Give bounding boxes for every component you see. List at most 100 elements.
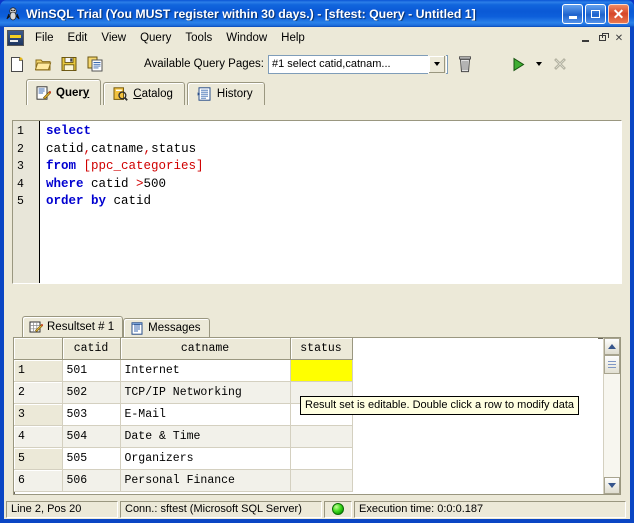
execute-options-dropdown[interactable] bbox=[533, 53, 546, 76]
scrollbar-track[interactable] bbox=[604, 374, 620, 477]
mdi-minimize-icon bbox=[581, 40, 589, 42]
grid-corner-header[interactable] bbox=[14, 338, 63, 360]
cell-status[interactable] bbox=[290, 425, 353, 448]
sql-token: [ppc_categories] bbox=[83, 159, 204, 173]
maximize-icon bbox=[591, 9, 600, 18]
minimize-button[interactable] bbox=[562, 3, 583, 24]
cell-catid[interactable]: 501 bbox=[62, 359, 121, 382]
stop-query-button[interactable] bbox=[548, 53, 572, 76]
row-header[interactable]: 6 bbox=[14, 469, 63, 492]
menu-item-window[interactable]: Window bbox=[219, 30, 274, 46]
cell-catname[interactable]: Date & Time bbox=[120, 425, 291, 448]
scroll-down-button[interactable] bbox=[604, 477, 620, 494]
table-row[interactable]: 1 501 Internet bbox=[14, 359, 598, 382]
status-connection: Conn.: sftest (Microsoft SQL Server) bbox=[120, 500, 322, 518]
menu-item-edit[interactable]: Edit bbox=[61, 30, 95, 46]
sql-code-text[interactable]: select catid,catname,status from [ppc_ca… bbox=[40, 121, 621, 283]
sql-token: select bbox=[46, 124, 92, 138]
new-document-icon bbox=[10, 56, 23, 72]
trash-can-icon bbox=[459, 55, 471, 72]
delete-query-page-button[interactable] bbox=[453, 53, 477, 76]
close-icon: ✕ bbox=[612, 5, 625, 22]
column-header-catid[interactable]: catid bbox=[62, 338, 121, 360]
row-header[interactable]: 5 bbox=[14, 447, 63, 470]
query-pages-combo[interactable]: #1 select catid,catnam... bbox=[267, 54, 448, 74]
tab-history[interactable]: History bbox=[186, 82, 265, 105]
chevron-down-icon bbox=[608, 483, 616, 488]
minimize-icon bbox=[568, 15, 577, 19]
mdi-window-controls: ✕ bbox=[577, 31, 630, 45]
scroll-up-button[interactable] bbox=[604, 338, 620, 355]
cell-catname[interactable]: Internet bbox=[120, 359, 291, 382]
menu-item-file[interactable]: File bbox=[28, 30, 61, 46]
cell-catid[interactable]: 505 bbox=[62, 447, 121, 470]
line-number: 4 bbox=[17, 177, 24, 191]
menu-bar: File Edit View Query Tools Window Help ✕ bbox=[4, 27, 630, 49]
tab-resultset-1-label: Resultset # 1 bbox=[47, 321, 115, 333]
grid-tooltip: Result set is editable. Double click a r… bbox=[300, 396, 580, 415]
table-row[interactable]: 4 504 Date & Time bbox=[14, 425, 598, 448]
copy-pages-icon bbox=[87, 56, 103, 72]
status-execution-time: Execution time: 0:0:0.187 bbox=[354, 500, 626, 518]
winsql-app-icon bbox=[5, 6, 21, 22]
cell-catname[interactable]: Personal Finance bbox=[120, 469, 291, 492]
mdi-restore-button[interactable] bbox=[594, 31, 610, 45]
sql-token: , bbox=[83, 141, 92, 156]
sql-editor[interactable]: 1 2 3 4 5 select catid,catname,status fr… bbox=[12, 120, 622, 284]
row-header[interactable]: 1 bbox=[14, 359, 63, 382]
row-header[interactable]: 3 bbox=[14, 403, 63, 426]
menu-item-query[interactable]: Query bbox=[133, 30, 178, 46]
table-row[interactable]: 5 505 Organizers bbox=[14, 447, 598, 470]
query-pencil-icon bbox=[36, 85, 52, 100]
cell-status[interactable] bbox=[290, 469, 353, 492]
cell-status[interactable] bbox=[290, 447, 353, 470]
new-query-button[interactable] bbox=[5, 53, 29, 76]
maximize-button[interactable] bbox=[585, 3, 606, 24]
grid-vertical-scrollbar[interactable] bbox=[603, 338, 620, 494]
sql-token: catname bbox=[91, 141, 144, 156]
row-header[interactable]: 2 bbox=[14, 381, 63, 404]
tab-resultset-1[interactable]: Resultset # 1 bbox=[22, 316, 124, 337]
green-play-icon bbox=[513, 57, 525, 71]
open-button[interactable] bbox=[31, 53, 55, 76]
tab-query[interactable]: Query bbox=[26, 79, 102, 105]
window-controls: ✕ bbox=[562, 3, 631, 24]
menu-item-tools[interactable]: Tools bbox=[178, 30, 219, 46]
close-button[interactable]: ✕ bbox=[608, 3, 629, 24]
cell-catid[interactable]: 506 bbox=[62, 469, 121, 492]
sql-token: status bbox=[151, 141, 197, 156]
scrollbar-thumb[interactable] bbox=[604, 355, 620, 374]
query-pages-dropdown-button[interactable] bbox=[427, 54, 446, 74]
mdi-document-icon[interactable] bbox=[7, 30, 24, 46]
cell-catname[interactable]: Organizers bbox=[120, 447, 291, 470]
cell-catid[interactable]: 503 bbox=[62, 403, 121, 426]
main-tab-strip: Query Catalog History bbox=[4, 79, 630, 105]
cell-catid[interactable]: 502 bbox=[62, 381, 121, 404]
save-button[interactable] bbox=[57, 53, 81, 76]
tab-messages[interactable]: Messages bbox=[123, 318, 210, 337]
cell-catname[interactable]: E-Mail bbox=[120, 403, 291, 426]
cell-status[interactable] bbox=[290, 359, 353, 382]
copy-button[interactable] bbox=[83, 53, 107, 76]
tab-catalog[interactable]: Catalog bbox=[103, 82, 185, 105]
mdi-close-icon: ✕ bbox=[614, 32, 624, 44]
table-row[interactable]: 6 506 Personal Finance bbox=[14, 469, 598, 492]
execute-query-button[interactable] bbox=[507, 53, 531, 76]
column-header-catname[interactable]: catname bbox=[120, 338, 291, 360]
sql-token: catid bbox=[113, 194, 152, 208]
menu-item-view[interactable]: View bbox=[94, 30, 133, 46]
row-header[interactable]: 4 bbox=[14, 425, 63, 448]
sql-token: , bbox=[143, 141, 152, 156]
stop-execution-icon bbox=[554, 58, 566, 70]
resultset-grid[interactable]: catid catname status 1 501 Internet 2 502 TCP… bbox=[13, 337, 621, 495]
menu-item-help[interactable]: Help bbox=[274, 30, 312, 46]
mdi-minimize-button[interactable] bbox=[577, 31, 593, 45]
sql-token: order by bbox=[46, 194, 114, 208]
status-bar: Line 2, Pos 20 Conn.: sftest (Microsoft … bbox=[4, 499, 630, 519]
history-list-icon bbox=[197, 87, 212, 101]
mdi-close-button[interactable]: ✕ bbox=[611, 31, 627, 45]
cell-catname[interactable]: TCP/IP Networking bbox=[120, 381, 291, 404]
cell-catid[interactable]: 504 bbox=[62, 425, 121, 448]
sql-token: 500 bbox=[143, 176, 167, 191]
column-header-status[interactable]: status bbox=[290, 338, 353, 360]
